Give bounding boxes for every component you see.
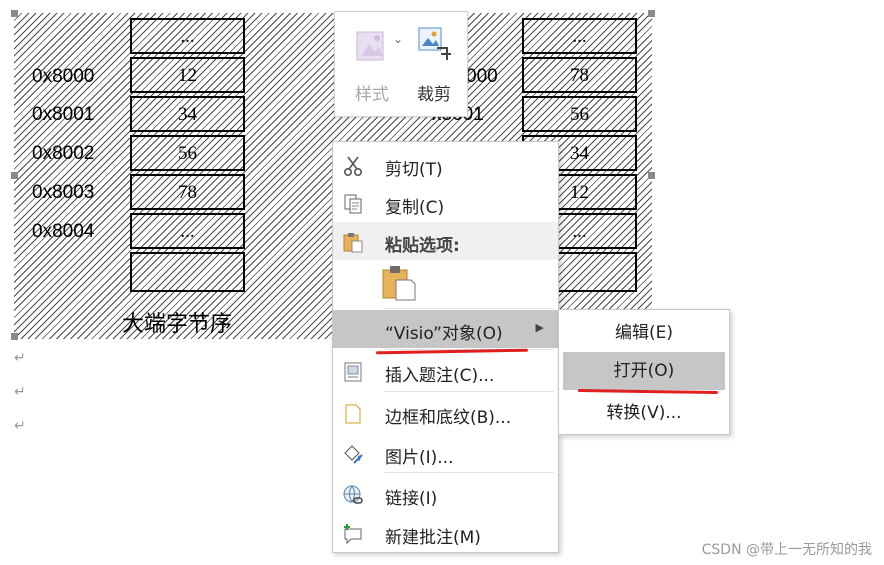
address-label: 0x8002 xyxy=(32,143,95,164)
mini-toolbar: ⌄ 样式 裁剪 xyxy=(334,11,468,117)
selection-handle-top-right[interactable] xyxy=(648,10,655,17)
context-menu: 剪切(T) 复制(C) 粘贴选项: “Visio”对象(O) ▶ 插入题注(C)… xyxy=(332,141,559,553)
memory-cell: ... xyxy=(130,213,245,249)
paste-options-heading: 粘贴选项: xyxy=(385,236,460,256)
submenu-item-open[interactable]: 打开(O) xyxy=(563,352,725,390)
selection-handle-bottom-left[interactable] xyxy=(11,333,18,340)
menu-item-picture[interactable]: 图片(I)... xyxy=(333,434,558,472)
comment-icon xyxy=(342,523,364,545)
menu-item-new-comment[interactable]: 新建批注(M) xyxy=(333,514,558,552)
paragraph-mark: ↵ xyxy=(14,350,26,366)
menu-item-label: 新建批注(M) xyxy=(385,528,481,548)
address-label: 0x8001 xyxy=(32,104,95,125)
submenu-item-convert[interactable]: 转换(V)... xyxy=(563,394,725,432)
menu-item-label: 剪切(T) xyxy=(385,160,443,180)
address-label: 0x8003 xyxy=(32,182,95,203)
submenu-item-edit[interactable]: 编辑(E) xyxy=(563,314,725,352)
menu-section-paste-options: 粘贴选项: xyxy=(333,222,558,260)
crop-label: 裁剪 xyxy=(417,85,451,105)
address-label: 0x8004 xyxy=(32,221,95,242)
paragraph-mark: ↵ xyxy=(14,384,26,400)
menu-item-insert-caption[interactable]: 插入题注(C)... xyxy=(333,352,558,390)
crop-icon xyxy=(417,26,453,68)
paste-keep-source-button[interactable] xyxy=(381,264,419,304)
menu-separator xyxy=(385,308,554,309)
caption-icon xyxy=(342,361,364,383)
memory-cell xyxy=(130,252,245,292)
paint-bucket-icon xyxy=(342,443,364,465)
menu-item-label: 边框和底纹(B)... xyxy=(385,408,512,428)
address-label: 000 xyxy=(466,66,498,87)
crop-button[interactable]: 裁剪 xyxy=(405,18,463,110)
clipboard-icon xyxy=(342,231,364,253)
memory-cell: 56 xyxy=(522,96,637,132)
visio-object-submenu: 编辑(E) 打开(O) 转换(V)... xyxy=(558,309,730,435)
memory-cell: 12 xyxy=(130,57,245,93)
memory-cell: 56 xyxy=(130,135,245,171)
menu-item-label: 插入题注(C)... xyxy=(385,366,495,386)
chevron-down-icon: ⌄ xyxy=(393,32,404,46)
menu-item-label: 图片(I)... xyxy=(385,448,454,468)
menu-item-label: 复制(C) xyxy=(385,198,445,218)
selection-handle-middle-left[interactable] xyxy=(11,172,18,179)
memory-cell: ... xyxy=(130,18,245,54)
menu-item-borders-shading[interactable]: 边框和底纹(B)... xyxy=(333,394,558,432)
menu-item-visio-object[interactable]: “Visio”对象(O) ▶ xyxy=(333,310,558,348)
menu-separator xyxy=(385,472,554,473)
style-button[interactable]: ⌄ 样式 xyxy=(343,18,404,110)
address-label: 0x8000 xyxy=(32,66,95,87)
paste-picture-icon xyxy=(381,266,417,306)
selection-handle-top-left[interactable] xyxy=(11,10,18,17)
link-icon xyxy=(342,484,364,506)
copy-icon xyxy=(342,193,364,215)
style-label: 样式 xyxy=(355,85,389,105)
menu-item-link[interactable]: 链接(I) xyxy=(333,475,558,513)
style-icon xyxy=(355,28,389,68)
memory-cell: ... xyxy=(522,18,637,54)
menu-item-cut[interactable]: 剪切(T) xyxy=(333,146,558,184)
memory-cell: 34 xyxy=(130,96,245,132)
menu-separator xyxy=(385,391,554,392)
submenu-arrow-icon: ▶ xyxy=(535,321,544,334)
paragraph-mark: ↵ xyxy=(14,418,26,434)
watermark: CSDN @带上一无所知的我 xyxy=(701,542,872,558)
diagram-caption: 大端字节序 xyxy=(122,312,233,337)
scissors-icon xyxy=(342,155,364,177)
memory-cell: 78 xyxy=(522,57,637,93)
menu-item-label: “Visio”对象(O) xyxy=(385,324,503,344)
selection-handle-middle-right[interactable] xyxy=(648,172,655,179)
menu-item-copy[interactable]: 复制(C) xyxy=(333,184,558,222)
page-icon xyxy=(342,403,364,425)
menu-item-label: 链接(I) xyxy=(385,489,438,509)
memory-cell: 78 xyxy=(130,174,245,210)
